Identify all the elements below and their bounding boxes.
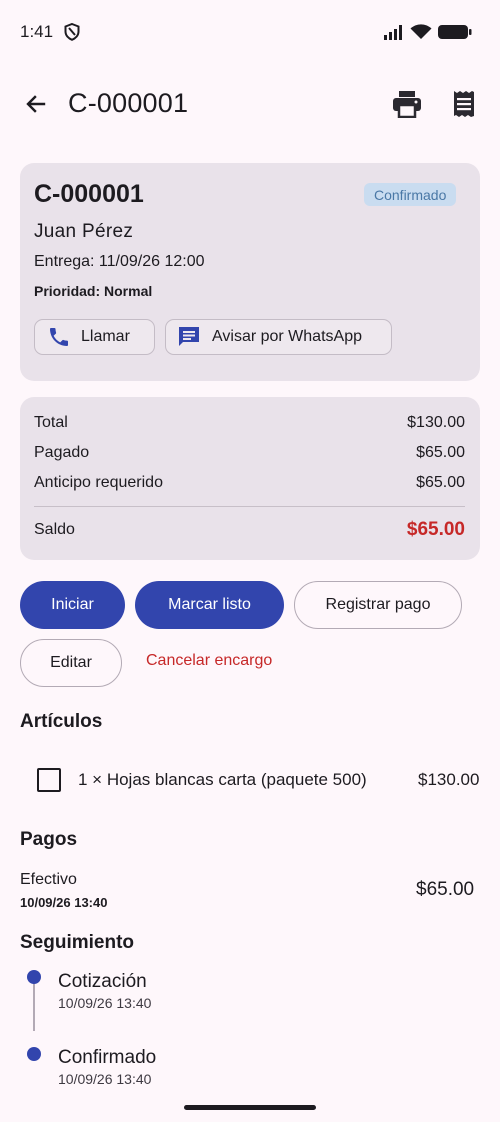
paid-label: Pagado [34,444,90,461]
page-title: C-000001 [68,88,189,118]
paid-row: Pagado $65.00 [34,444,465,462]
signal-icon [384,24,402,40]
register-payment-button[interactable]: Registrar pago [294,581,462,629]
deposit-label: Anticipo requerido [34,474,163,491]
timeline-event-date: 10/09/26 13:40 [58,1071,152,1087]
edit-button[interactable]: Editar [20,639,122,687]
total-row: Total $130.00 [34,414,465,432]
payment-date: 10/09/26 13:40 [20,895,108,910]
timeline-event-label: Confirmado [58,1047,157,1068]
chat-icon [179,327,199,346]
timeline-dot [27,970,41,984]
timeline-line [33,983,35,1031]
shield-icon [64,22,80,46]
back-button[interactable] [20,88,52,120]
deposit-row: Anticipo requerido $65.00 [34,474,465,492]
paid-value: $65.00 [416,444,465,461]
timeline-event-label: Cotización [58,971,147,992]
customer-name: Juan Pérez [34,221,134,242]
phone-icon [50,328,68,346]
total-label: Total [34,414,68,431]
balance-row: Saldo $65.00 [34,519,465,541]
cancel-order-button[interactable]: Cancelar encargo [146,652,272,670]
order-id: C-000001 [34,180,144,208]
timeline-dot [27,1047,41,1061]
priority-label: Prioridad: Normal [34,283,153,299]
wifi-icon [410,24,432,39]
timeline-event-date: 10/09/26 13:40 [58,995,152,1011]
mark-ready-button[interactable]: Marcar listo [135,581,284,629]
status-time: 1:41 [20,22,54,41]
payment-amount: $65.00 [416,879,475,900]
print-button[interactable] [392,90,424,120]
start-button[interactable]: Iniciar [20,581,125,629]
deposit-value: $65.00 [416,474,465,491]
whatsapp-button-label: Avisar por WhatsApp [212,328,362,345]
items-section-title: Artículos [20,711,103,732]
whatsapp-button[interactable]: Avisar por WhatsApp [165,319,392,355]
payment-method: Efectivo [20,871,77,888]
call-button[interactable]: Llamar [34,319,155,355]
tracking-section-title: Seguimiento [20,932,135,953]
receipt-icon [454,91,474,117]
status-badge: Confirmado [364,183,457,206]
back-arrow-icon [26,95,46,113]
summary-divider [34,506,465,507]
home-indicator[interactable] [184,1105,316,1110]
item-price: $130.00 [418,770,480,789]
balance-label: Saldo [34,521,75,538]
delivery-date: Entrega: 11/09/26 12:00 [34,253,205,270]
status-icons [384,24,472,40]
total-value: $130.00 [407,414,465,431]
item-checkbox[interactable] [37,768,61,792]
battery-icon [438,25,472,39]
receipt-button[interactable] [452,90,480,120]
balance-value: $65.00 [406,519,465,540]
payments-section-title: Pagos [20,829,78,850]
item-description: 1 × Hojas blancas carta (paquete 500) [78,770,367,789]
print-icon [393,91,421,119]
call-button-label: Llamar [81,328,130,345]
